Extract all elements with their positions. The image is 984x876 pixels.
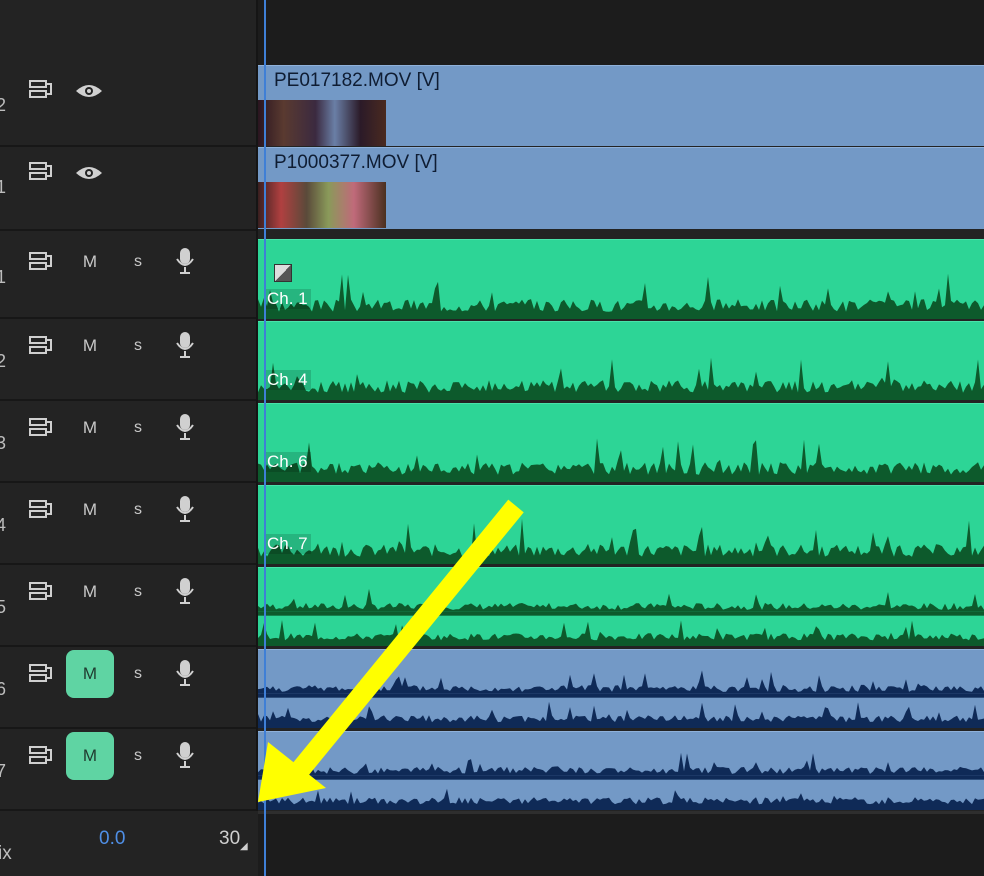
annotation-arrow	[258, 499, 524, 802]
